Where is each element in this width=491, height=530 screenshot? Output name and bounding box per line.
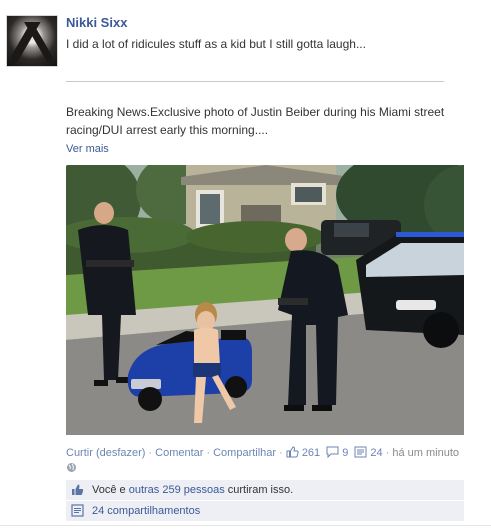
likes-count[interactable]: 261	[302, 447, 320, 459]
shared-post-text: Breaking News.Exclusive photo of Justin …	[66, 105, 445, 137]
author-name[interactable]: Nikki Sixx	[66, 15, 127, 30]
timestamp[interactable]: há um minuto	[392, 447, 459, 459]
feedback-box: Você e outras 259 pessoas curtiram isso.…	[66, 480, 464, 522]
shares-summary-link[interactable]: 24 compartilhamentos	[92, 505, 200, 517]
shares-summary-row: 24 compartilhamentos	[66, 501, 464, 522]
post-actions-bar: Curtir (desfazer) · Comentar · Compartilhar ·…	[66, 446, 459, 461]
likes-suffix: curtiram isso.	[224, 484, 294, 496]
comments-count[interactable]: 9	[342, 447, 348, 459]
like-link[interactable]: Curtir (desfazer)	[66, 447, 145, 459]
like-summary-icon	[71, 483, 84, 503]
bottom-divider	[0, 525, 491, 526]
share-link[interactable]: Compartilhar	[213, 447, 276, 459]
see-more-link[interactable]: Ver mais	[66, 143, 109, 155]
thumbs-up-icon[interactable]	[286, 446, 299, 461]
profile-avatar[interactable]	[6, 15, 58, 67]
likes-people-link[interactable]: outras 259 pessoas	[129, 484, 225, 496]
comment-link[interactable]: Comentar	[155, 447, 203, 459]
shares-count[interactable]: 24	[370, 447, 382, 459]
globe-icon	[66, 462, 77, 476]
status-text: I did a lot of ridicules stuff as a kid …	[66, 37, 366, 51]
divider	[66, 81, 444, 82]
likes-prefix: Você e	[92, 484, 129, 496]
likes-summary-row: Você e outras 259 pessoas curtiram isso.	[66, 480, 464, 501]
shares-summary-icon	[71, 504, 84, 524]
post-photo[interactable]	[66, 165, 464, 435]
comment-icon[interactable]	[326, 446, 339, 461]
share-icon[interactable]	[354, 446, 367, 461]
